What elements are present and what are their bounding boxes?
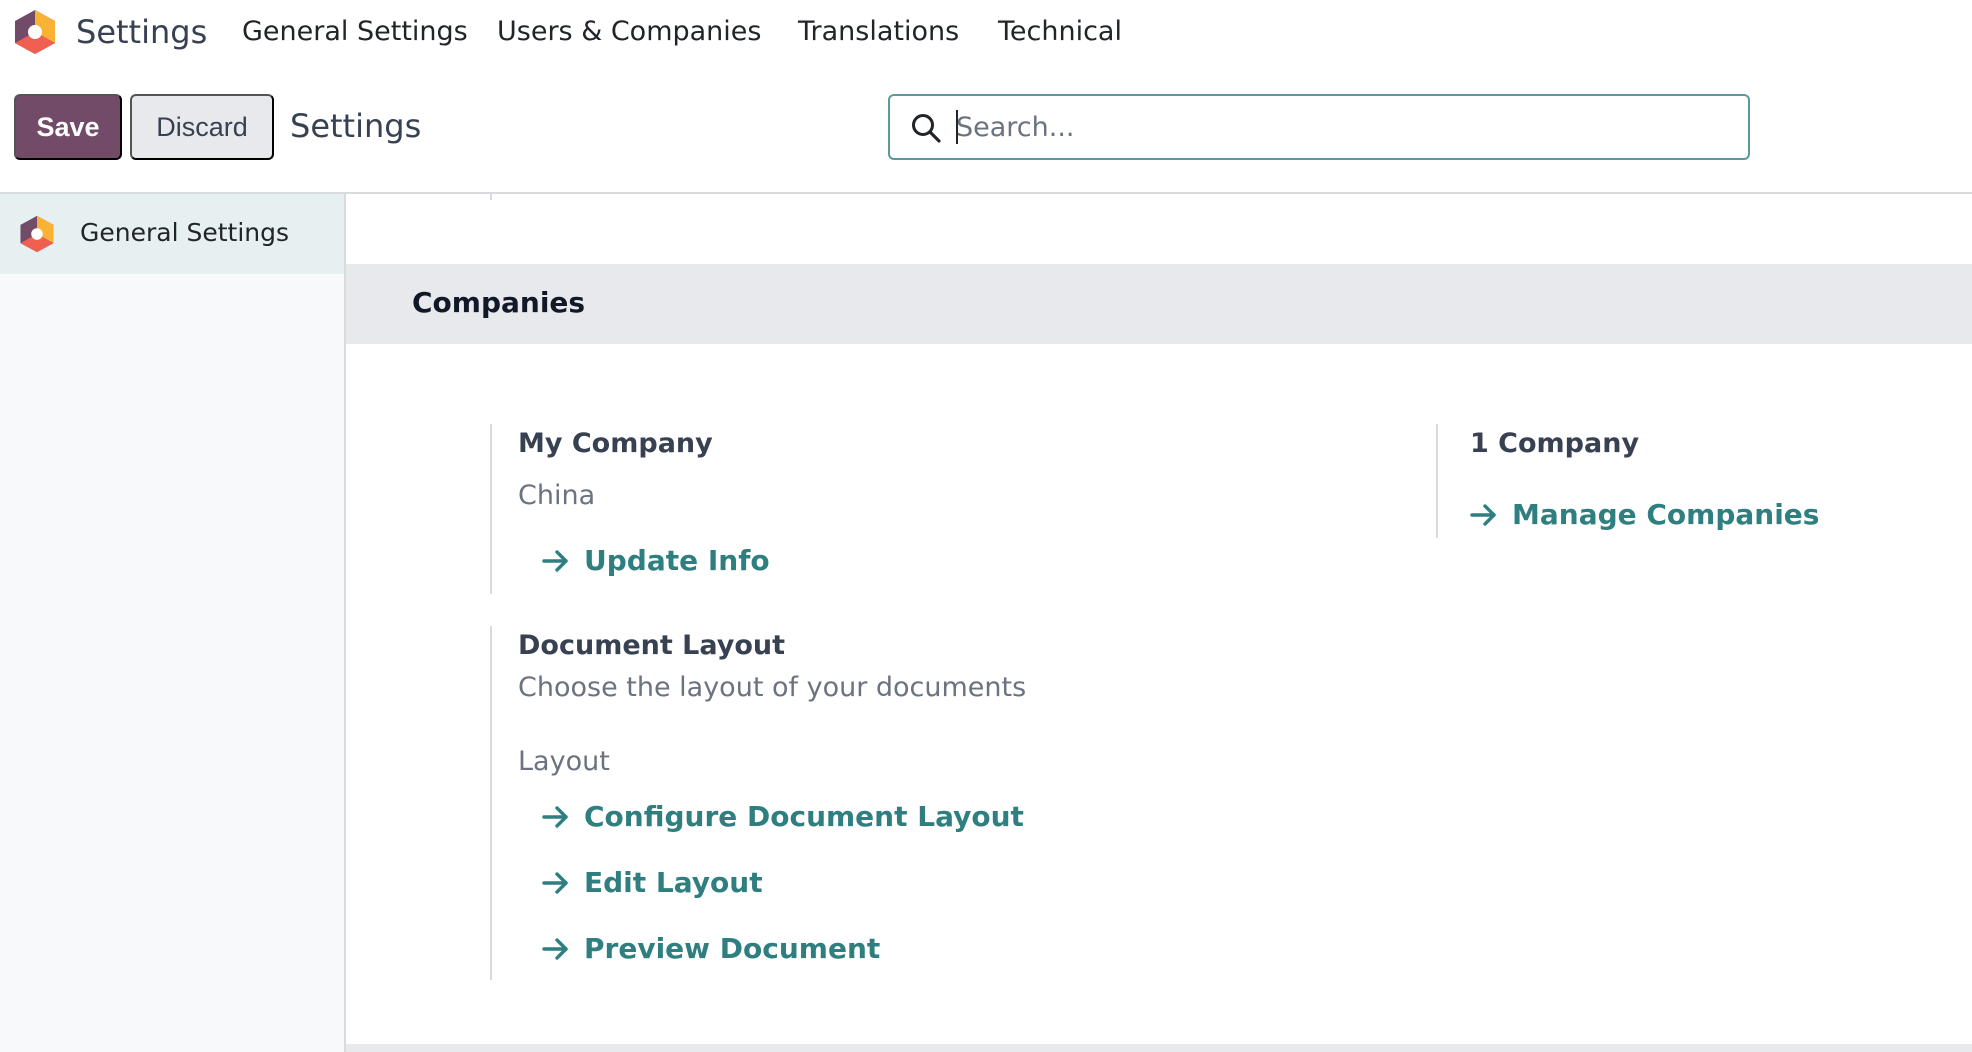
document-layout-description: Choose the layout of your documents xyxy=(518,672,1027,703)
document-layout-title: Document Layout xyxy=(518,630,786,661)
text-caret xyxy=(956,110,958,144)
edit-layout-label: Edit Layout xyxy=(584,866,763,899)
breadcrumb: Settings xyxy=(290,107,422,145)
save-button[interactable]: Save xyxy=(14,94,122,160)
arrow-right-icon xyxy=(542,550,568,572)
arrow-right-icon xyxy=(542,938,568,960)
preview-document-link[interactable]: Preview Document xyxy=(542,930,880,968)
next-section-header xyxy=(346,1044,1972,1052)
setting-divider xyxy=(1436,424,1438,538)
settings-content: Companies My Company China Update Info 1… xyxy=(346,194,1972,1052)
sidebar-item-general-settings[interactable]: General Settings xyxy=(0,194,344,274)
arrow-right-icon xyxy=(542,872,568,894)
layout-label: Layout xyxy=(518,746,610,777)
sidebar-item-label: General Settings xyxy=(80,218,290,247)
search-bar[interactable] xyxy=(888,94,1750,160)
settings-sidebar: General Settings xyxy=(0,194,346,1052)
preview-document-label: Preview Document xyxy=(584,932,881,965)
manage-companies-link[interactable]: Manage Companies xyxy=(1470,496,1819,534)
configure-document-layout-label: Configure Document Layout xyxy=(584,800,1024,833)
section-title: Companies xyxy=(412,286,586,319)
setting-divider xyxy=(490,626,492,980)
menu-translations[interactable]: Translations xyxy=(798,14,959,50)
odoo-logo-icon xyxy=(20,215,54,253)
app-title[interactable]: Settings xyxy=(76,12,207,52)
arrow-right-icon xyxy=(542,806,568,828)
arrow-right-icon xyxy=(1470,504,1496,526)
companies-count: 1 Company xyxy=(1470,428,1640,459)
odoo-logo-icon[interactable] xyxy=(12,8,58,56)
company-name: My Company xyxy=(518,428,713,459)
discard-button[interactable]: Discard xyxy=(130,94,274,160)
section-header: Companies xyxy=(346,264,1972,344)
divider xyxy=(490,194,492,200)
search-icon xyxy=(912,114,941,143)
update-info-link[interactable]: Update Info xyxy=(542,542,770,580)
search-input[interactable] xyxy=(956,106,1726,148)
menu-users-companies[interactable]: Users & Companies xyxy=(497,14,761,50)
setting-divider xyxy=(490,424,492,594)
menu-general-settings[interactable]: General Settings xyxy=(242,14,468,50)
edit-layout-link[interactable]: Edit Layout xyxy=(542,864,763,902)
company-country: China xyxy=(518,480,596,511)
manage-companies-label: Manage Companies xyxy=(1512,498,1820,531)
top-navbar: Settings General Settings Users & Compan… xyxy=(0,0,1972,64)
configure-document-layout-link[interactable]: Configure Document Layout xyxy=(542,798,1024,836)
menu-technical[interactable]: Technical xyxy=(998,14,1122,50)
update-info-label: Update Info xyxy=(584,544,770,577)
